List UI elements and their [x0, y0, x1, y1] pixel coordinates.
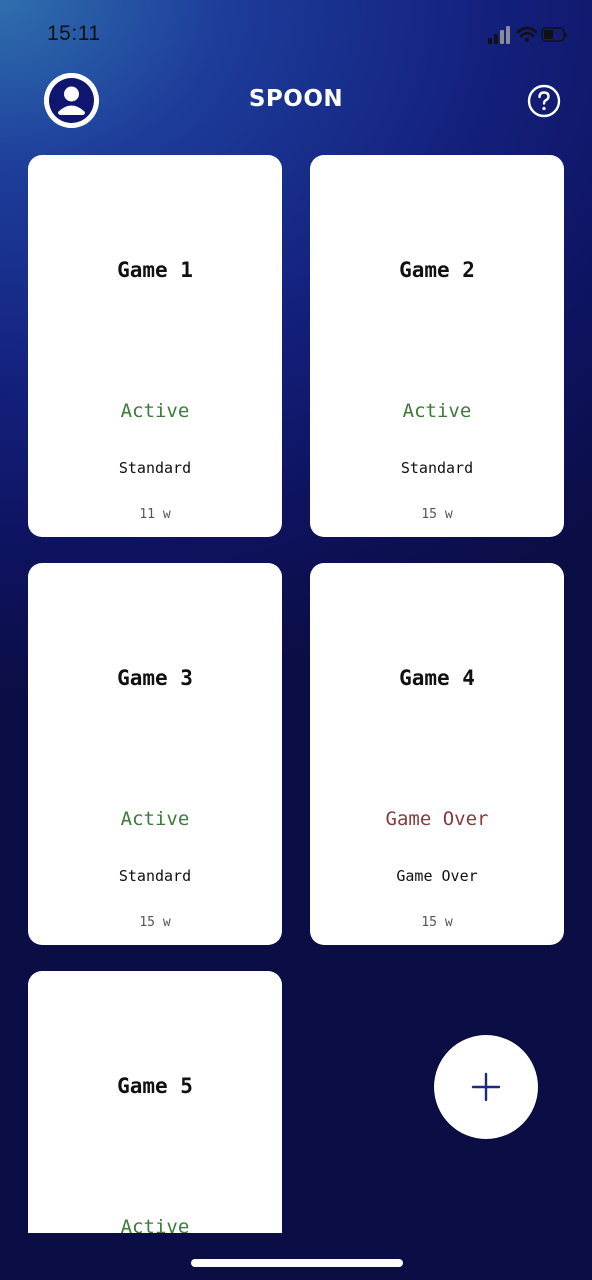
game-card-2[interactable]: Game 2 Active Standard 15 w: [310, 155, 564, 537]
game-title: Game 5: [117, 1074, 193, 1098]
game-word-count: 15 w: [139, 915, 171, 930]
game-word-count: 11 w: [139, 507, 171, 522]
game-card-1[interactable]: Game 1 Active Standard 11 w: [28, 155, 282, 537]
game-status: Active: [120, 1216, 190, 1233]
wifi-icon: [516, 26, 538, 42]
game-card-4[interactable]: Game 4 Game Over Game Over 15 w: [310, 563, 564, 945]
game-status: Active: [402, 400, 472, 422]
game-status: Active: [120, 808, 190, 830]
game-card-5[interactable]: Game 5 Active: [28, 971, 282, 1233]
battery-icon: [541, 27, 567, 42]
game-title: Game 2: [399, 258, 475, 282]
status-time: 15:11: [47, 22, 101, 45]
status-icons: [488, 26, 567, 44]
game-card-3[interactable]: Game 3 Active Standard 15 w: [28, 563, 282, 945]
game-status: Active: [120, 400, 190, 422]
game-status: Game Over: [385, 808, 489, 830]
app-title: SPOON: [248, 86, 344, 112]
game-mode: Standard: [400, 459, 474, 477]
game-title: Game 3: [117, 666, 193, 690]
add-game-button[interactable]: [434, 1035, 538, 1139]
signal-icon: [488, 26, 510, 44]
game-word-count: 15 w: [421, 507, 453, 522]
game-mode: Standard: [118, 867, 192, 885]
help-icon: [527, 84, 561, 118]
plus-icon: [471, 1072, 501, 1102]
game-word-count: 15 w: [421, 915, 453, 930]
help-button[interactable]: [527, 84, 561, 118]
status-bar: 15:11: [0, 0, 592, 70]
home-indicator[interactable]: [191, 1259, 403, 1267]
game-title: Game 4: [399, 666, 475, 690]
game-title: Game 1: [117, 258, 193, 282]
game-mode: Game Over: [396, 867, 478, 885]
game-mode: Standard: [118, 459, 192, 477]
